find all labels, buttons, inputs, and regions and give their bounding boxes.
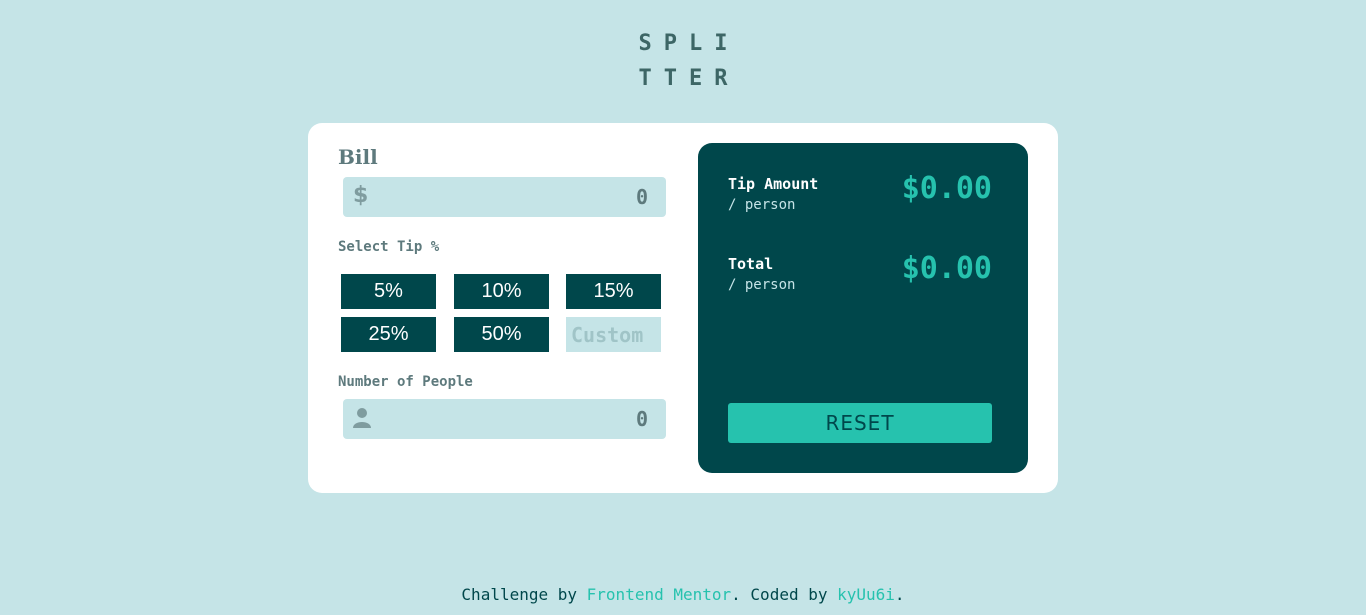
logo-line-1: SPLI (638, 31, 740, 56)
total-per-person: / person (728, 277, 796, 293)
tip-amount-per-person: / person (728, 197, 796, 213)
calculator-card: Bill $ Select Tip % 5% 10% 15% 25% 50% N… (308, 123, 1058, 493)
result-panel: Tip Amount / person $0.00 Total / person… (698, 143, 1028, 473)
total-value: $0.00 (901, 251, 992, 286)
app-logo: SPLI TTER (0, 26, 1366, 96)
tip-amount-label: Tip Amount (728, 175, 819, 193)
tip-button-50[interactable]: 50% (454, 317, 549, 352)
tip-amount-value: $0.00 (901, 171, 992, 206)
tip-button-25[interactable]: 25% (341, 317, 436, 352)
footer-prefix: Challenge by (461, 585, 587, 604)
author-link[interactable]: kyUu6i (837, 585, 895, 604)
logo-line-2: TTER (638, 66, 740, 91)
tip-button-15[interactable]: 15% (566, 274, 661, 309)
people-input[interactable] (383, 399, 648, 439)
tip-button-10[interactable]: 10% (454, 274, 549, 309)
frontend-mentor-link[interactable]: Frontend Mentor (587, 585, 732, 604)
tip-button-5[interactable]: 5% (341, 274, 436, 309)
total-label: Total (728, 255, 774, 273)
reset-button[interactable]: RESET (728, 403, 992, 443)
people-field[interactable] (343, 399, 666, 439)
person-icon (353, 407, 371, 433)
dollar-icon: $ (353, 183, 369, 208)
custom-tip-input[interactable] (566, 317, 661, 352)
footer-suffix: . (894, 585, 905, 604)
footer-middle: . Coded by (731, 585, 838, 604)
select-tip-label: Select Tip % (338, 239, 440, 255)
number-of-people-label: Number of People (338, 374, 473, 390)
footer-attribution: Challenge by Frontend Mentor. Coded by k… (0, 585, 1366, 604)
bill-label: Bill (338, 145, 378, 169)
bill-field[interactable]: $ (343, 177, 666, 217)
bill-input[interactable] (383, 177, 648, 217)
